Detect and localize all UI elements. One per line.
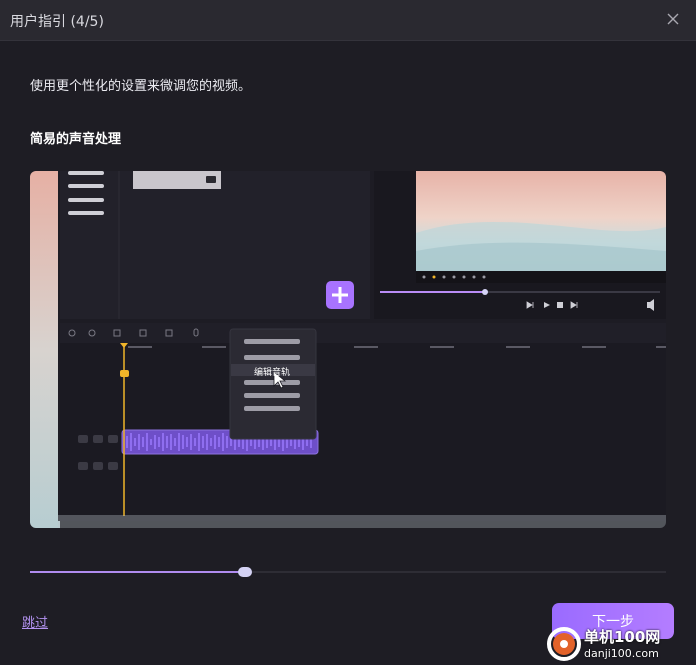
context-menu-item-edit-audio: 编辑音轨 [254,368,291,378]
watermark: 单机100网 danji100.com [546,622,696,665]
editor-mockup [30,171,666,528]
user-guide-dialog: 用户指引 (4/5) 使用更个性化的设置来微调您的视频。 简易的声音处理 编辑音… [0,0,696,665]
guide-progress-bar [30,567,666,577]
title-bar: 用户指引 (4/5) [0,0,696,41]
watermark-logo-icon [547,627,581,661]
guide-progress-fill [30,571,240,573]
close-icon[interactable] [664,10,682,28]
guide-progress-knob [238,567,252,577]
feature-illustration: 编辑音轨 [30,171,666,528]
skip-link[interactable]: 跳过 [22,612,48,631]
guide-description: 使用更个性化的设置来微调您的视频。 [30,79,252,94]
dialog-title: 用户指引 (4/5) [10,14,104,30]
watermark-title: 单机100网 [584,628,661,646]
watermark-url: danji100.com [584,647,659,660]
section-title: 简易的声音处理 [30,132,122,147]
